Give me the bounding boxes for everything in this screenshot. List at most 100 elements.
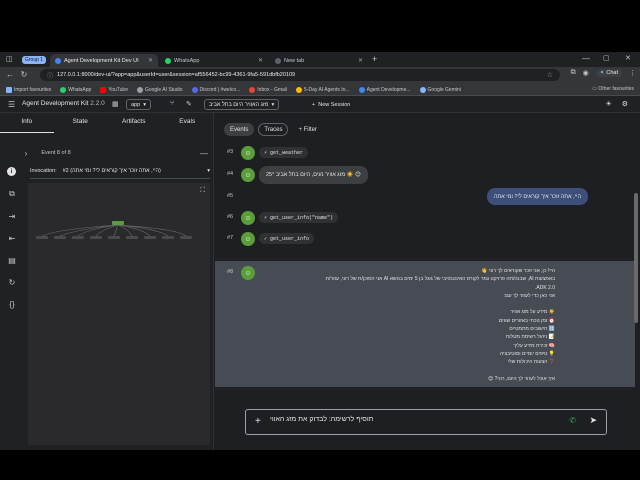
- session-selector[interactable]: מזג האוויר היום בתל אביב ▾: [204, 99, 280, 110]
- tab-title: WhatsApp: [174, 57, 200, 64]
- site-info-icon[interactable]: ⓘ: [47, 71, 53, 80]
- message-line: באמצעות AI, שבנה/תה פרויקט גמר לקורס האי…: [325, 276, 555, 283]
- graph-icon[interactable]: ⑂: [170, 100, 174, 107]
- topbar-icons: ☀ ⚙: [605, 100, 628, 108]
- layout-icon[interactable]: ▦: [112, 100, 119, 108]
- request-icon[interactable]: ⇥: [7, 211, 17, 221]
- bookmark-item[interactable]: Google AI Studio: [136, 86, 183, 93]
- invocation-label: Invocation:: [30, 167, 57, 174]
- tab-state[interactable]: State: [54, 113, 108, 133]
- bookmark-star-icon[interactable]: ☆: [547, 71, 553, 79]
- edit-icon[interactable]: ✎: [186, 100, 192, 108]
- browser-window: ◫ Group 1 Agent Development Kit Dev UI ✕…: [0, 52, 640, 450]
- bookmark-label: 5-Day AI Agents In...: [304, 86, 350, 93]
- maximize-icon[interactable]: ▢: [603, 54, 610, 62]
- minimize-icon[interactable]: —: [582, 54, 590, 63]
- menu-icon[interactable]: ☰: [8, 100, 15, 109]
- address-bar[interactable]: ⓘ 127.0.0.1:8000/dev-ui/?app=app&userId=…: [40, 69, 560, 81]
- response-icon[interactable]: ⇤: [7, 233, 17, 243]
- event-number: #7: [227, 235, 234, 241]
- more-menu-icon[interactable]: ⋮: [629, 69, 636, 77]
- bookmark-label: Import favourites: [14, 86, 52, 93]
- code-icon[interactable]: {}: [7, 299, 17, 309]
- tab-artifacts[interactable]: Artifacts: [107, 113, 161, 133]
- new-session-button[interactable]: + New Session: [309, 99, 353, 110]
- close-window-icon[interactable]: ✕: [625, 54, 631, 62]
- session-title: מזג האוויר היום בתל אביב: [209, 101, 269, 108]
- bookmarks-bar: Import favourites WhatsApp YouTube Googl…: [0, 84, 640, 96]
- sync-icon[interactable]: ↻: [7, 277, 17, 287]
- graph-svg: [36, 221, 192, 239]
- bookmark-item[interactable]: YouTube: [100, 86, 128, 93]
- browser-toolbar: ← ↻ ⓘ 127.0.0.1:8000/dev-ui/?app=app&use…: [0, 67, 640, 84]
- other-favourites-label: Other favourites: [598, 86, 634, 92]
- invocation-select[interactable]: Invocation: #2 (היי, אתה זוכר איך קוראים…: [30, 163, 210, 179]
- bookmark-label: YouTube: [108, 86, 128, 93]
- function-call-chip[interactable]: ⚡ get_user_info("name"): [259, 212, 339, 223]
- bookmark-item[interactable]: WhatsApp: [60, 86, 91, 93]
- chart-icon[interactable]: ▤: [7, 255, 17, 265]
- brand-name: Agent Development Kit: [22, 100, 89, 107]
- attach-plus-icon[interactable]: +: [255, 416, 261, 427]
- message-input[interactable]: תוסיף לרשימה: לבדוק את מזג האווי: [270, 416, 530, 423]
- tab-info[interactable]: Info: [0, 113, 54, 133]
- tab-traces[interactable]: Traces: [258, 123, 289, 136]
- bot-avatar-icon: ☺: [241, 211, 255, 225]
- bot-message-bubble: 25° מזג אוויר נעים, היום בתל אביב ☀️ 😊: [259, 166, 368, 184]
- other-favourites[interactable]: ▭ Other favourites: [592, 86, 634, 92]
- bookmark-item[interactable]: Discord | #welco...: [191, 86, 241, 93]
- message-line: היי! כן, אני זוכר שקוראים לך רוני 👋: [481, 268, 555, 274]
- event-number: #3: [227, 149, 234, 155]
- message-line: 💡 טיפים יומיים ומוטיבציה: [500, 350, 555, 357]
- phone-icon[interactable]: ✆: [569, 416, 576, 425]
- newtab-favicon-icon: [275, 57, 281, 64]
- graph-node-icon[interactable]: ⧉: [7, 189, 17, 199]
- close-tab-icon[interactable]: ✕: [148, 57, 153, 64]
- scroll-thumb[interactable]: [634, 193, 638, 323]
- new-tab-plus-icon[interactable]: +: [372, 54, 377, 64]
- user-message-bubble: היי, אתה זוכר איך קוראים לי? ומי אתה: [487, 188, 588, 205]
- settings-icon[interactable]: ⚙: [622, 100, 628, 108]
- close-tab-icon[interactable]: ✕: [258, 57, 263, 64]
- close-tab-icon[interactable]: ✕: [358, 57, 363, 64]
- function-name: get_user_info: [270, 235, 310, 242]
- bookmark-item[interactable]: Agent Developme...: [358, 86, 411, 93]
- bookmark-item[interactable]: Google Gemini: [419, 86, 461, 93]
- message-input-box[interactable]: + תוסיף לרשימה: לבדוק את מזג האווי ✆ ➤: [245, 409, 607, 435]
- bot-avatar-icon: ☺: [241, 232, 255, 246]
- app-select[interactable]: app ▾: [126, 99, 151, 110]
- tab-group-chip[interactable]: Group 1: [22, 56, 47, 64]
- collapse-icon[interactable]: —: [200, 149, 208, 158]
- send-icon[interactable]: ➤: [589, 415, 597, 426]
- message-line: ⏰ זמן נוכחי באזורים שונים: [498, 317, 555, 324]
- theme-icon[interactable]: ☀: [605, 100, 611, 108]
- chat-label: Chat: [606, 70, 618, 76]
- tab-adk[interactable]: Agent Development Kit Dev UI ✕: [50, 54, 158, 67]
- bookmark-item[interactable]: 5-Day AI Agents In...: [296, 86, 350, 93]
- tab-search-icon[interactable]: ◫: [6, 55, 13, 63]
- dropdown-arrow-icon: ▾: [207, 167, 210, 174]
- tool-node: [54, 236, 66, 239]
- tab-whatsapp[interactable]: WhatsApp ✕: [160, 54, 268, 67]
- tab-evals[interactable]: Evals: [161, 113, 215, 133]
- function-call-chip[interactable]: ⚡ get_weather: [259, 147, 309, 158]
- brand: Agent Development Kit 2.2.0: [22, 100, 105, 107]
- scrollbar[interactable]: [634, 133, 638, 373]
- info-icon[interactable]: i: [7, 167, 16, 176]
- tab-new[interactable]: New tab ✕: [270, 54, 368, 67]
- tab-title: New tab: [284, 57, 305, 64]
- bookmark-label: Discord | #welco...: [199, 86, 241, 93]
- bookmark-item[interactable]: Inbox - Gmail: [249, 86, 287, 93]
- reload-icon[interactable]: ↻: [17, 70, 31, 79]
- tab-events[interactable]: Events: [224, 123, 255, 136]
- bookmark-label: Agent Developme...: [366, 86, 411, 93]
- extensions-icon[interactable]: ⧉: [571, 69, 576, 77]
- chevron-right-icon[interactable]: ›: [25, 149, 28, 158]
- function-response-chip[interactable]: ✓ get_user_info: [259, 233, 315, 244]
- bookmark-item[interactable]: Import favourites: [6, 86, 52, 93]
- tool-node: [162, 236, 174, 239]
- filter-button[interactable]: + Filter: [298, 127, 317, 133]
- chat-button[interactable]: ✦ Chat: [595, 69, 622, 77]
- back-icon[interactable]: ←: [3, 70, 17, 79]
- profile-icon[interactable]: ◉: [583, 69, 589, 77]
